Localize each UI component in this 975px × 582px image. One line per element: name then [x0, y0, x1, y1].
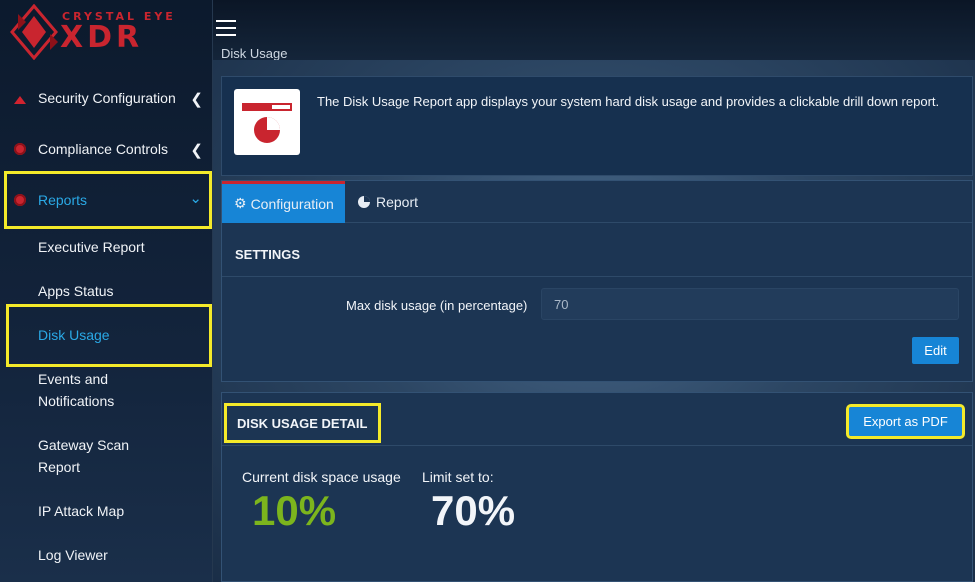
reports-icon	[14, 194, 26, 206]
app-info-card: The Disk Usage Report app displays your …	[221, 76, 973, 176]
sidebar-item-compliance-controls[interactable]: Compliance Controls ❮	[0, 129, 213, 169]
chevron-left-icon: ❮	[190, 142, 203, 159]
logo-wordmark: XDR	[60, 20, 144, 55]
disk-usage-app-icon	[234, 89, 300, 155]
limit-label: Limit set to:	[422, 469, 494, 485]
sidebar-subitem-label: Apps Status	[38, 283, 114, 299]
configuration-panel: ⚙ Configuration Report SETTINGS Max disk…	[221, 180, 973, 382]
hamburger-menu-icon[interactable]	[216, 20, 236, 36]
sidebar-item-label: Security Configuration	[38, 90, 176, 106]
current-usage-value: 10%	[252, 487, 337, 534]
sidebar-item-security-configuration[interactable]: Security Configuration ❮	[0, 78, 213, 118]
sidebar-subitem-label: Log Viewer	[38, 547, 108, 563]
sidebar-item-reports[interactable]: Reports ⌄	[4, 171, 212, 229]
sidebar-subitem-label: Executive Report	[38, 239, 145, 255]
sidebar-subitem-executive-report[interactable]: Executive Report	[38, 236, 208, 258]
max-disk-usage-input[interactable]	[541, 288, 959, 320]
sidebar-subitem-label-line2: Report	[38, 459, 81, 475]
edit-button[interactable]: Edit	[912, 337, 959, 364]
sidebar-subitem-events-and-notifications[interactable]: Events and Notifications	[38, 368, 208, 412]
tab-bar: ⚙ Configuration Report	[222, 181, 972, 223]
disk-usage-detail-panel: DISK USAGE DETAIL Export as PDF Current …	[221, 392, 973, 582]
crystal-eye-logo[interactable]: CRYSTAL EYE XDR	[10, 4, 200, 60]
chevron-left-icon: ❮	[190, 91, 203, 108]
sidebar-subitem-label: Disk Usage	[38, 327, 110, 343]
settings-title: SETTINGS	[235, 247, 301, 262]
main-content: The Disk Usage Report app displays your …	[213, 60, 975, 582]
divider	[222, 276, 972, 277]
page-title: Disk Usage	[221, 46, 288, 61]
disk-usage-detail-title: DISK USAGE DETAIL	[224, 403, 381, 443]
app-description: The Disk Usage Report app displays your …	[317, 94, 940, 109]
sidebar: CRYSTAL EYE XDR Security Configuration ❮…	[0, 0, 213, 582]
compliance-icon	[14, 143, 26, 155]
tab-label: Configuration	[250, 195, 334, 212]
sidebar-item-label: Compliance Controls	[38, 141, 168, 157]
tab-label: Report	[376, 194, 419, 210]
max-disk-usage-label: Max disk usage (in percentage)	[346, 298, 528, 313]
sidebar-item-label: Reports	[38, 192, 88, 208]
sidebar-subitem-label: IP Attack Map	[38, 503, 125, 519]
tab-report[interactable]: Report	[345, 181, 430, 223]
export-as-pdf-button[interactable]: Export as PDF	[846, 404, 965, 439]
sidebar-subitem-log-viewer[interactable]: Log Viewer	[38, 544, 208, 566]
sidebar-subitem-gateway-scan-report[interactable]: Gateway Scan Report	[38, 434, 208, 478]
limit-value: 70%	[431, 487, 516, 534]
divider	[222, 445, 972, 446]
gear-icon: ⚙	[234, 195, 247, 211]
sidebar-subitem-disk-usage[interactable]: Disk Usage	[38, 324, 208, 346]
chevron-down-icon: ⌄	[189, 190, 202, 207]
sidebar-subitem-apps-status[interactable]: Apps Status	[38, 280, 208, 302]
tab-configuration[interactable]: ⚙ Configuration	[222, 181, 345, 223]
top-bar: Disk Usage	[213, 0, 975, 61]
current-usage-label: Current disk space usage	[242, 469, 401, 485]
sidebar-subitem-label: Gateway Scan	[38, 437, 130, 453]
pie-chart-icon	[358, 196, 370, 208]
sidebar-subitem-label-line2: Notifications	[38, 393, 115, 409]
logo-mark-icon	[10, 4, 58, 60]
sidebar-subitem-label: Events and	[38, 371, 109, 387]
warning-triangle-icon	[14, 92, 26, 104]
sidebar-subitem-ip-attack-map[interactable]: IP Attack Map	[38, 500, 208, 522]
